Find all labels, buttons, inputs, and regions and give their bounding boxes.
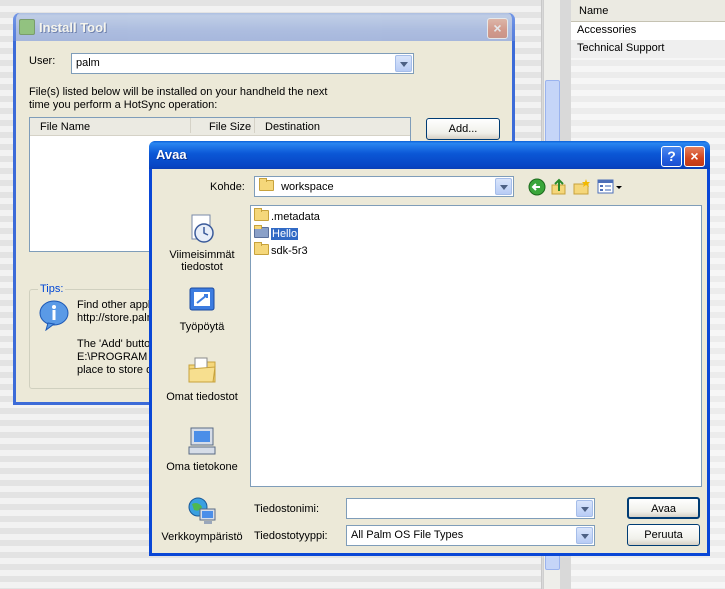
folder-icon: [254, 208, 269, 221]
list-item[interactable]: Hello: [254, 225, 299, 243]
list-item[interactable]: .metadata: [254, 208, 320, 226]
close-icon: ×: [493, 20, 502, 36]
look-in-label: Kohde:: [210, 181, 245, 193]
place-label: Omat tiedostot: [166, 391, 238, 403]
close-icon: ×: [690, 148, 699, 164]
info-icon: [39, 300, 69, 331]
list-item[interactable]: Accessories: [571, 22, 725, 40]
place-my-computer[interactable]: Oma tietokone: [159, 425, 245, 473]
install-tool-title-bar[interactable]: Install Tool ×: [13, 13, 515, 41]
chevron-down-icon[interactable]: [576, 500, 593, 517]
filename-input[interactable]: [346, 498, 595, 519]
my-computer-icon: [188, 427, 216, 455]
column-header-destination[interactable]: Destination: [254, 118, 320, 133]
open-dialog-title-bar[interactable]: Avaa ? ×: [149, 141, 710, 169]
new-folder-icon[interactable]: [573, 178, 591, 196]
column-header-file-size[interactable]: File Size: [190, 118, 251, 133]
help-button[interactable]: ?: [661, 146, 682, 167]
add-button[interactable]: Add...: [426, 118, 500, 140]
folder-icon: [254, 225, 269, 238]
desktop-icon: [189, 287, 215, 311]
column-header-file-name[interactable]: File Name: [40, 121, 90, 133]
tips-text-line2: http://store.palm: [77, 312, 156, 324]
install-tool-title: Install Tool: [39, 20, 107, 35]
open-dialog-close-button[interactable]: ×: [684, 146, 705, 167]
help-icon: ?: [667, 148, 676, 164]
up-folder-icon[interactable]: [550, 178, 568, 196]
look-in-select[interactable]: workspace: [254, 176, 514, 197]
file-name: Hello: [271, 228, 299, 240]
place-label: Verkkoympäristö: [161, 531, 243, 543]
back-icon[interactable]: [528, 178, 546, 196]
place-desktop[interactable]: Työpöytä: [159, 285, 245, 333]
list-item[interactable]: sdk-5r3: [254, 242, 308, 260]
folder-icon: [254, 242, 269, 255]
filetype-label: Tiedostotyyppi:: [254, 530, 328, 542]
tips-text-line4: E:\PROGRAM: [77, 351, 148, 363]
tips-label: Tips:: [38, 283, 66, 295]
view-menu-icon[interactable]: [597, 178, 623, 196]
places-bar: Viimeisimmät tiedostot Työpöytä Omat tie…: [159, 205, 245, 545]
user-select[interactable]: palm: [71, 53, 414, 74]
place-my-documents[interactable]: Omat tiedostot: [159, 355, 245, 403]
open-file-dialog: Avaa ? × Kohde: workspace Viimeisimmät t…: [149, 141, 710, 556]
tips-text-line3: The 'Add' button: [77, 338, 157, 350]
network-places-icon: [188, 497, 216, 524]
place-label: Oma tietokone: [166, 461, 238, 473]
chevron-down-icon[interactable]: [495, 178, 512, 195]
look-in-value: workspace: [281, 181, 334, 193]
place-label-line2: tiedostot: [181, 261, 223, 273]
place-recent-documents[interactable]: Viimeisimmät tiedostot: [159, 213, 245, 273]
cancel-button[interactable]: Peruuta: [627, 524, 700, 546]
filetype-value: All Palm OS File Types: [351, 529, 464, 541]
file-list[interactable]: .metadata Hello sdk-5r3: [250, 205, 702, 487]
user-label: User:: [29, 55, 56, 67]
install-info-text-line1: File(s) listed below will be installed o…: [29, 86, 328, 98]
place-label: Työpöytä: [179, 321, 225, 333]
install-info-text-line2: time you perform a HotSync operation:: [29, 99, 218, 111]
recent-documents-icon: [191, 214, 214, 243]
place-network[interactable]: Verkkoympäristö: [159, 495, 245, 543]
file-name: .metadata: [271, 211, 320, 223]
open-button[interactable]: Avaa: [627, 497, 700, 519]
folder-icon: [259, 178, 278, 193]
list-item[interactable]: Technical Support: [571, 40, 725, 58]
place-label-line1: Viimeisimmät: [169, 249, 235, 261]
chevron-down-icon[interactable]: [395, 55, 412, 72]
my-documents-icon: [188, 357, 216, 383]
tips-text-line5: place to store d: [77, 364, 153, 376]
open-dialog-title: Avaa: [156, 147, 187, 162]
filetype-select[interactable]: All Palm OS File Types: [346, 525, 595, 546]
file-name: sdk-5r3: [271, 245, 308, 257]
install-file-list-header: File Name File Size Destination: [30, 118, 410, 136]
user-select-value: palm: [76, 57, 100, 69]
tips-text-line1: Find other appli: [77, 299, 153, 311]
install-tool-close-button[interactable]: ×: [487, 18, 508, 39]
install-tool-app-icon: [19, 19, 35, 35]
chevron-down-icon[interactable]: [576, 527, 593, 544]
list-column-header-name[interactable]: Name: [571, 0, 725, 22]
filename-label: Tiedostonimi:: [254, 503, 320, 515]
